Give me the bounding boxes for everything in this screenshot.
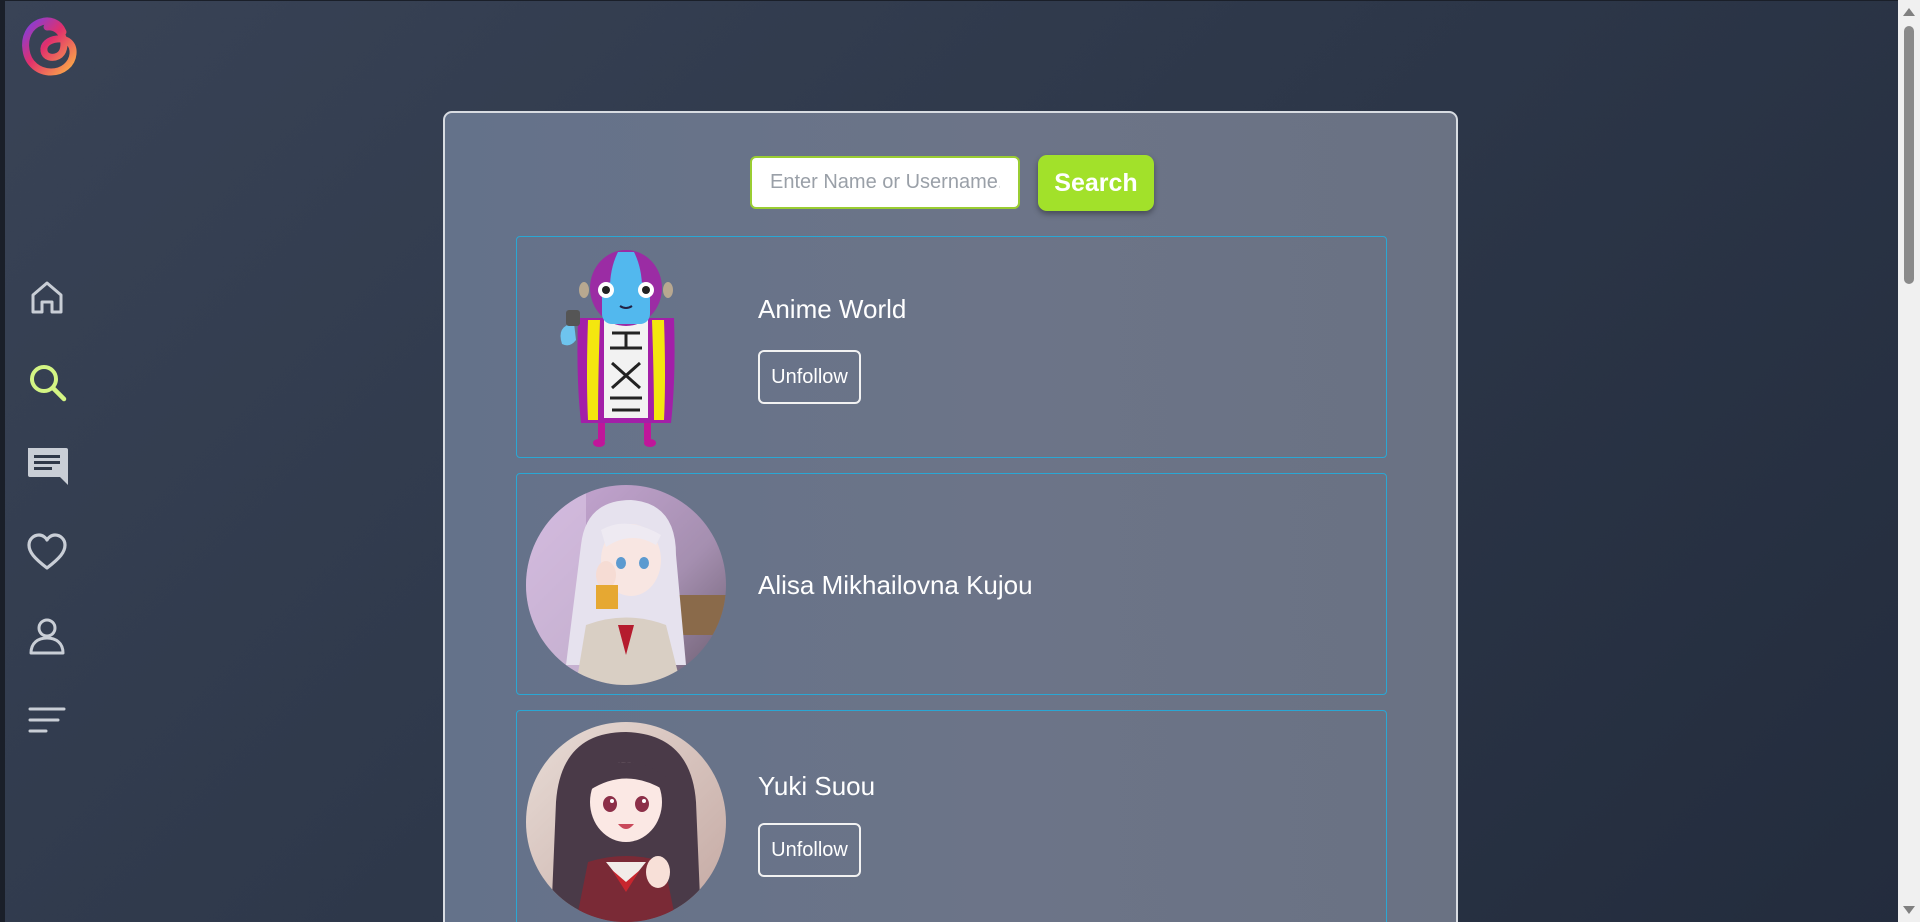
sidebar-item-menu[interactable] <box>24 698 70 744</box>
user-name[interactable]: Anime World <box>758 294 906 325</box>
anime-girl-dark-hair-avatar[interactable] <box>526 722 726 922</box>
scrollbar-thumb[interactable] <box>1904 26 1914 284</box>
search-input[interactable] <box>750 156 1020 209</box>
window-top-border <box>0 0 1920 1</box>
sidebar-item-notifications[interactable] <box>24 530 70 576</box>
heart-icon <box>27 533 67 570</box>
menu-icon <box>28 707 66 733</box>
user-result-card[interactable]: Anime World Unfollow <box>516 236 1387 458</box>
user-name[interactable]: Yuki Suou <box>758 771 875 802</box>
unfollow-button[interactable]: Unfollow <box>758 350 861 404</box>
cartoon-character-avatar[interactable] <box>526 248 726 448</box>
sidebar-item-profile[interactable] <box>24 613 70 659</box>
chat-icon <box>28 448 68 485</box>
unfollow-button[interactable]: Unfollow <box>758 823 861 877</box>
sidebar-item-messages[interactable] <box>24 442 70 488</box>
user-result-card[interactable]: Alisa Mikhailovna Kujou <box>516 473 1387 695</box>
anime-girl-silver-hair-avatar[interactable] <box>526 485 726 685</box>
vertical-scrollbar[interactable] <box>1898 0 1920 922</box>
user-name[interactable]: Alisa Mikhailovna Kujou <box>758 570 1033 601</box>
home-icon <box>31 281 63 314</box>
profile-icon <box>29 618 65 655</box>
search-button[interactable]: Search <box>1038 155 1154 211</box>
search-panel: Search <box>443 111 1458 922</box>
sidebar-item-home[interactable] <box>24 274 70 320</box>
user-result-card[interactable]: Yuki Suou Unfollow <box>516 710 1387 922</box>
sidebar-item-search[interactable] <box>24 359 70 405</box>
scroll-down-arrow-icon[interactable] <box>1903 906 1915 914</box>
scroll-up-arrow-icon[interactable] <box>1903 8 1915 16</box>
search-icon <box>30 365 67 402</box>
sidebar-nav <box>0 0 96 922</box>
